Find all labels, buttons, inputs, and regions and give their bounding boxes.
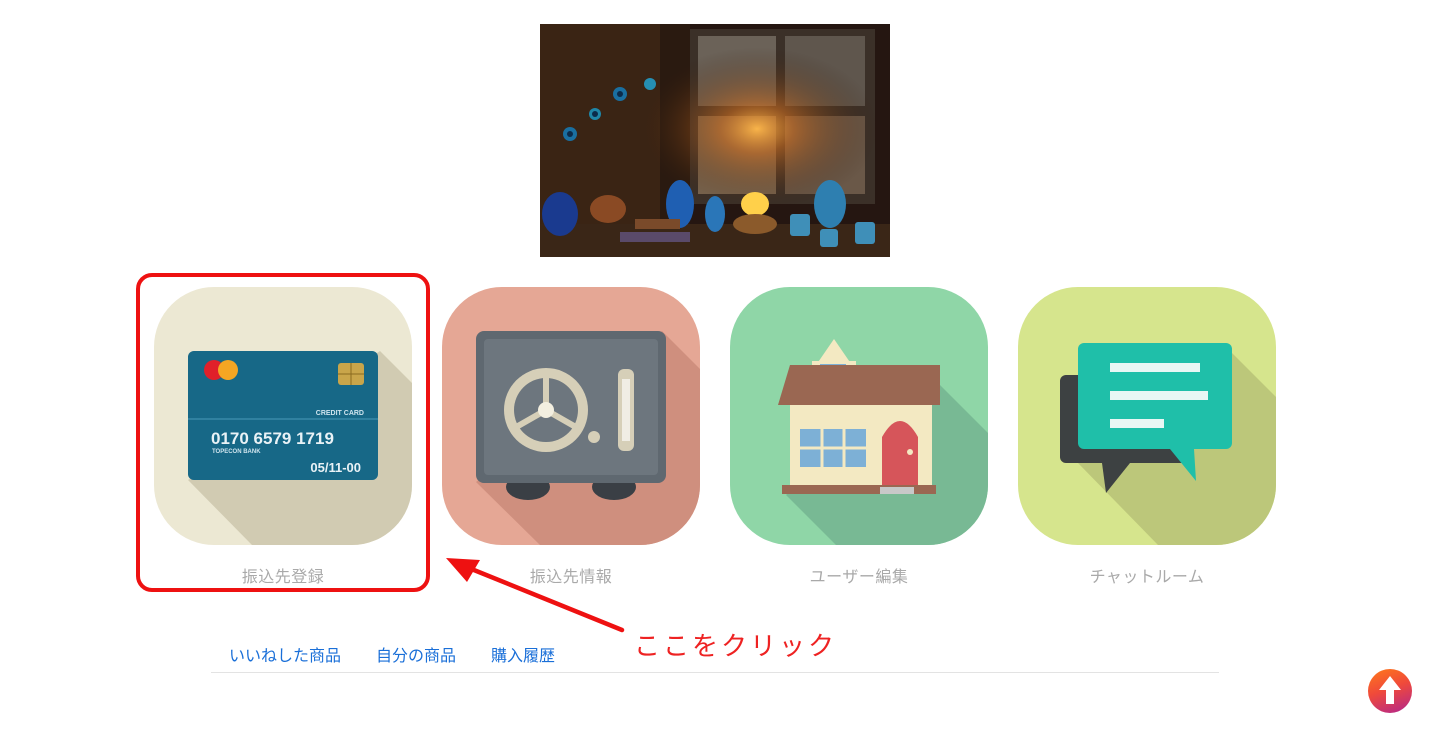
highlight-box [136,273,430,592]
arrow-up-icon [1379,676,1401,704]
tile-label-chat-room[interactable]: チャットルーム [1018,563,1276,587]
tab-purchase-history[interactable]: 購入履歴 [473,640,572,672]
tab-my-items[interactable]: 自分の商品 [358,640,473,672]
product-tabs: いいねした商品 自分の商品 購入履歴 [211,640,1219,673]
tile-transfer-info[interactable] [442,287,700,545]
chat-bubbles-icon [1018,287,1276,545]
tile-label-user-edit[interactable]: ユーザー編集 [730,563,988,587]
tab-liked-items[interactable]: いいねした商品 [211,640,358,672]
scroll-top-button[interactable] [1368,669,1412,713]
tile-user-edit[interactable] [730,287,988,545]
annotation-arrow-icon [446,558,625,633]
still-life-photo [540,24,890,257]
safe-icon [442,287,700,545]
hero-image [540,24,890,257]
house-icon [730,287,988,545]
tile-chat-room[interactable] [1018,287,1276,545]
